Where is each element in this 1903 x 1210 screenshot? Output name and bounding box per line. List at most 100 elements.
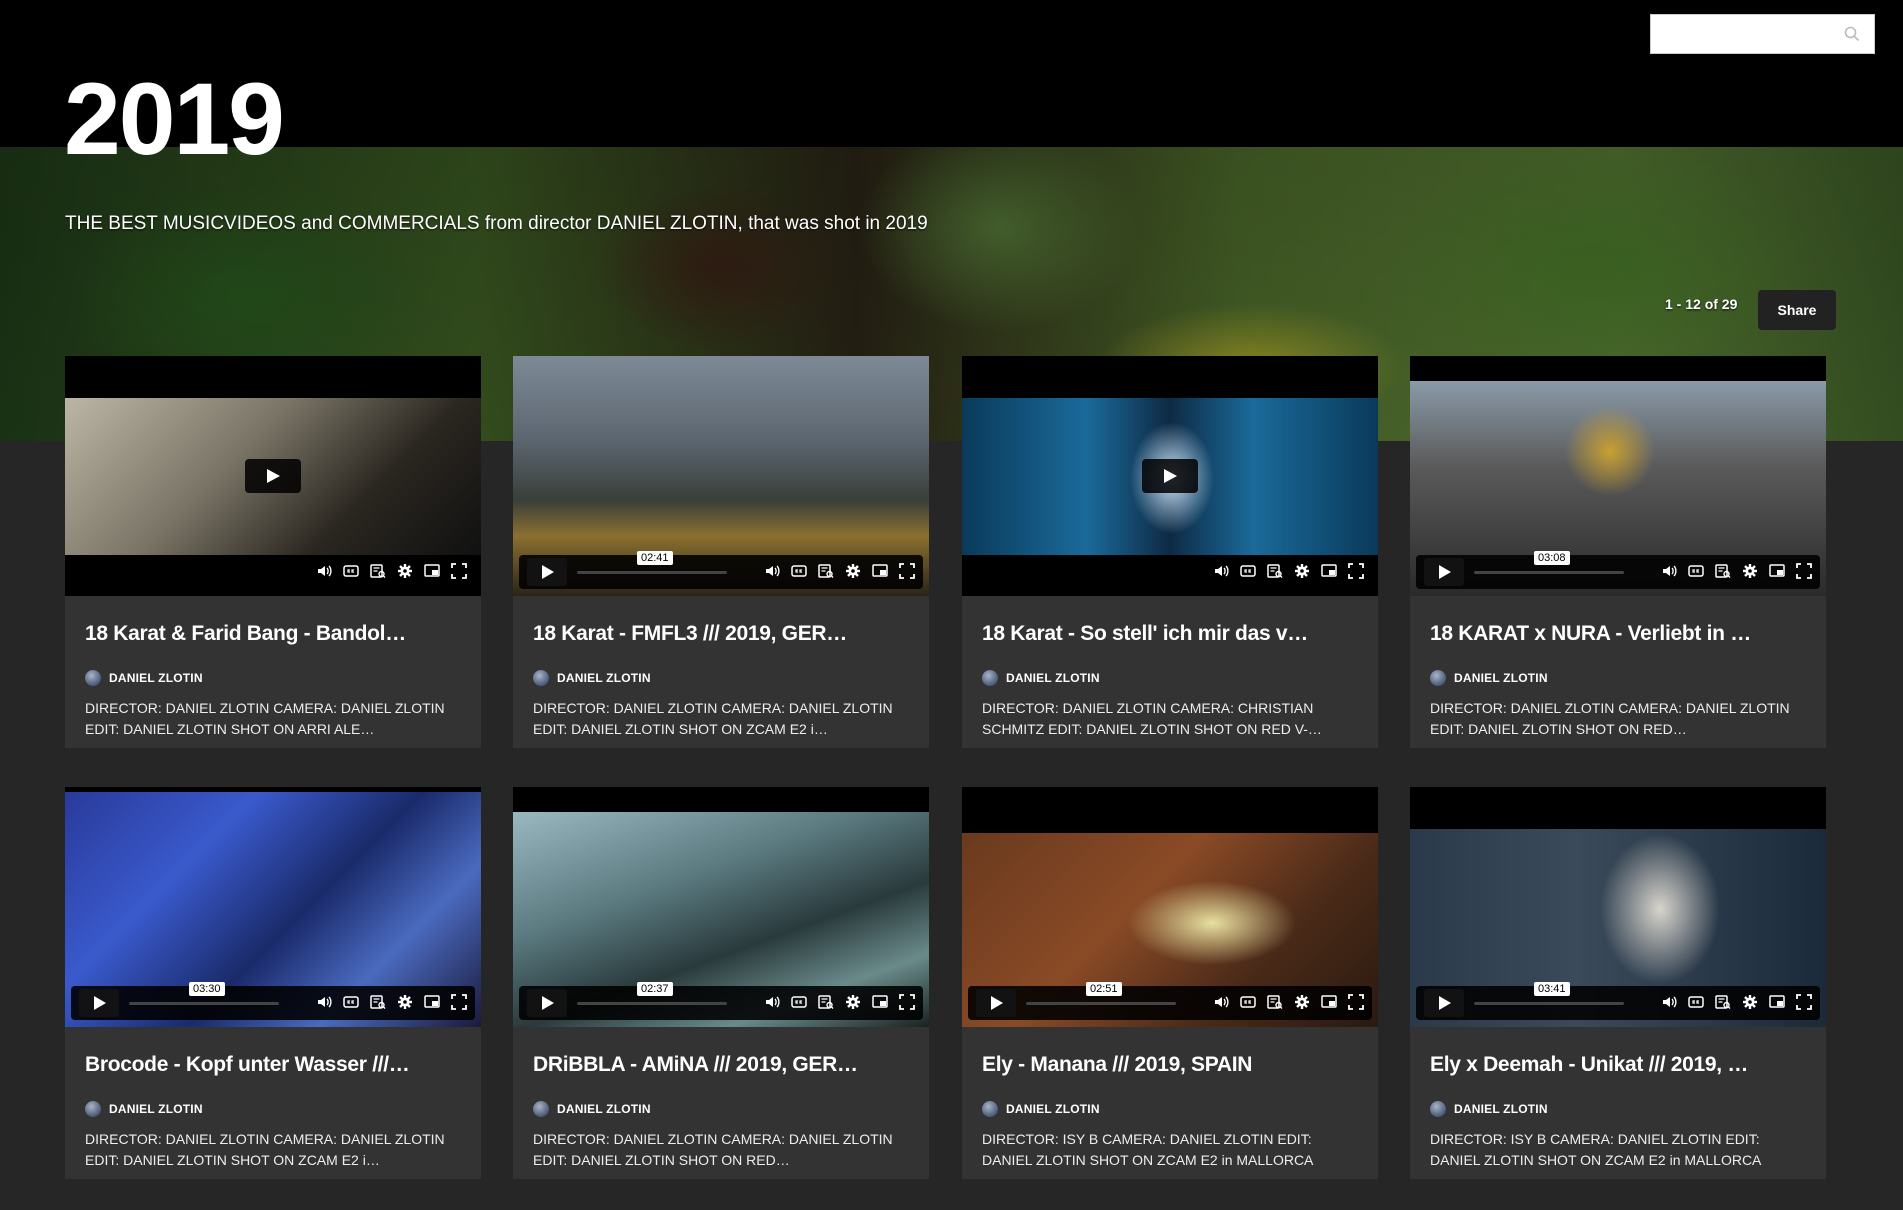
- play-icon[interactable]: [527, 558, 567, 586]
- video-card[interactable]: 18 Karat - So stell' ich mir das v… DANI…: [962, 356, 1378, 748]
- search-icon[interactable]: [1844, 26, 1860, 47]
- author-name[interactable]: DANIEL ZLOTIN: [557, 1102, 651, 1116]
- play-icon[interactable]: [1424, 989, 1464, 1017]
- settings-icon[interactable]: [1742, 563, 1758, 579]
- video-card[interactable]: 02:37 DRiBBLA - AMiNA /// 2019, GER… DAN…: [513, 787, 929, 1179]
- author-name[interactable]: DANIEL ZLOTIN: [1006, 1102, 1100, 1116]
- progress-bar[interactable]: 03:08: [1474, 551, 1624, 574]
- play-icon[interactable]: [245, 459, 301, 493]
- share-button[interactable]: Share: [1758, 290, 1836, 330]
- video-player[interactable]: 03:41: [1410, 787, 1826, 1027]
- video-card[interactable]: 03:41 Ely x Deemah - Unikat /// 2019, … …: [1410, 787, 1826, 1179]
- fullscreen-icon[interactable]: [899, 563, 915, 579]
- pip-icon[interactable]: [424, 563, 440, 579]
- fullscreen-icon[interactable]: [1348, 994, 1364, 1010]
- fullscreen-icon[interactable]: [899, 994, 915, 1010]
- transcript-icon[interactable]: [1267, 563, 1283, 579]
- captions-icon[interactable]: [1688, 994, 1704, 1010]
- author-name[interactable]: DANIEL ZLOTIN: [1006, 671, 1100, 685]
- volume-icon[interactable]: [316, 994, 332, 1010]
- volume-icon[interactable]: [316, 563, 332, 579]
- transcript-icon[interactable]: [818, 563, 834, 579]
- progress-bar[interactable]: 03:41: [1474, 982, 1624, 1005]
- progress-bar[interactable]: 02:51: [1026, 982, 1176, 1005]
- author[interactable]: DANIEL ZLOTIN: [982, 1101, 1100, 1117]
- pip-icon[interactable]: [1769, 994, 1785, 1010]
- volume-icon[interactable]: [1661, 994, 1677, 1010]
- progress-bar[interactable]: 02:37: [577, 982, 727, 1005]
- author[interactable]: DANIEL ZLOTIN: [85, 1101, 203, 1117]
- progress-bar[interactable]: 03:30: [129, 982, 279, 1005]
- video-title[interactable]: 18 Karat - FMFL3 /// 2019, GER…: [533, 622, 913, 646]
- volume-icon[interactable]: [1213, 563, 1229, 579]
- volume-icon[interactable]: [764, 994, 780, 1010]
- video-player[interactable]: 02:37: [513, 787, 929, 1027]
- video-title[interactable]: DRiBBLA - AMiNA /// 2019, GER…: [533, 1053, 913, 1077]
- video-title[interactable]: Ely - Manana /// 2019, SPAIN: [982, 1053, 1362, 1077]
- author-name[interactable]: DANIEL ZLOTIN: [1454, 1102, 1548, 1116]
- play-icon[interactable]: [976, 989, 1016, 1017]
- fullscreen-icon[interactable]: [1796, 563, 1812, 579]
- author[interactable]: DANIEL ZLOTIN: [533, 1101, 651, 1117]
- video-player[interactable]: 02:51: [962, 787, 1378, 1027]
- author[interactable]: DANIEL ZLOTIN: [533, 670, 651, 686]
- video-title[interactable]: 18 Karat & Farid Bang - Bandol…: [85, 622, 465, 646]
- video-title[interactable]: Ely x Deemah - Unikat /// 2019, …: [1430, 1053, 1810, 1077]
- author-name[interactable]: DANIEL ZLOTIN: [109, 1102, 203, 1116]
- video-card[interactable]: 18 Karat & Farid Bang - Bandol… DANIEL Z…: [65, 356, 481, 748]
- video-title[interactable]: 18 KARAT x NURA - Verliebt in …: [1430, 622, 1810, 646]
- author-name[interactable]: DANIEL ZLOTIN: [557, 671, 651, 685]
- fullscreen-icon[interactable]: [451, 994, 467, 1010]
- settings-icon[interactable]: [397, 994, 413, 1010]
- search-box[interactable]: [1650, 14, 1875, 54]
- author[interactable]: DANIEL ZLOTIN: [1430, 670, 1548, 686]
- captions-icon[interactable]: [1240, 994, 1256, 1010]
- volume-icon[interactable]: [1661, 563, 1677, 579]
- transcript-icon[interactable]: [370, 563, 386, 579]
- pip-icon[interactable]: [1769, 563, 1785, 579]
- play-icon[interactable]: [527, 989, 567, 1017]
- video-title[interactable]: Brocode - Kopf unter Wasser ///…: [85, 1053, 465, 1077]
- author[interactable]: DANIEL ZLOTIN: [1430, 1101, 1548, 1117]
- volume-icon[interactable]: [764, 563, 780, 579]
- fullscreen-icon[interactable]: [451, 563, 467, 579]
- video-card[interactable]: 03:30 Brocode - Kopf unter Wasser ///… D…: [65, 787, 481, 1179]
- pip-icon[interactable]: [872, 563, 888, 579]
- captions-icon[interactable]: [343, 563, 359, 579]
- captions-icon[interactable]: [791, 563, 807, 579]
- fullscreen-icon[interactable]: [1348, 563, 1364, 579]
- video-card[interactable]: 02:41 18 Karat - FMFL3 /// 2019, GER… DA…: [513, 356, 929, 748]
- video-player[interactable]: 03:08: [1410, 356, 1826, 596]
- video-player[interactable]: 03:30: [65, 787, 481, 1027]
- settings-icon[interactable]: [845, 994, 861, 1010]
- progress-bar[interactable]: 02:41: [577, 551, 727, 574]
- author-name[interactable]: DANIEL ZLOTIN: [109, 671, 203, 685]
- settings-icon[interactable]: [845, 563, 861, 579]
- transcript-icon[interactable]: [370, 994, 386, 1010]
- volume-icon[interactable]: [1213, 994, 1229, 1010]
- author-name[interactable]: DANIEL ZLOTIN: [1454, 671, 1548, 685]
- video-title[interactable]: 18 Karat - So stell' ich mir das v…: [982, 622, 1362, 646]
- video-player[interactable]: [65, 356, 481, 596]
- settings-icon[interactable]: [1742, 994, 1758, 1010]
- captions-icon[interactable]: [791, 994, 807, 1010]
- transcript-icon[interactable]: [818, 994, 834, 1010]
- pip-icon[interactable]: [1321, 994, 1337, 1010]
- pip-icon[interactable]: [1321, 563, 1337, 579]
- video-player[interactable]: [962, 356, 1378, 596]
- captions-icon[interactable]: [1240, 563, 1256, 579]
- author[interactable]: DANIEL ZLOTIN: [982, 670, 1100, 686]
- settings-icon[interactable]: [1294, 994, 1310, 1010]
- play-icon[interactable]: [1424, 558, 1464, 586]
- settings-icon[interactable]: [1294, 563, 1310, 579]
- pip-icon[interactable]: [872, 994, 888, 1010]
- fullscreen-icon[interactable]: [1796, 994, 1812, 1010]
- captions-icon[interactable]: [343, 994, 359, 1010]
- transcript-icon[interactable]: [1715, 994, 1731, 1010]
- play-icon[interactable]: [79, 989, 119, 1017]
- author[interactable]: DANIEL ZLOTIN: [85, 670, 203, 686]
- pip-icon[interactable]: [424, 994, 440, 1010]
- search-input[interactable]: [1651, 15, 1831, 53]
- settings-icon[interactable]: [397, 563, 413, 579]
- play-icon[interactable]: [1142, 459, 1198, 493]
